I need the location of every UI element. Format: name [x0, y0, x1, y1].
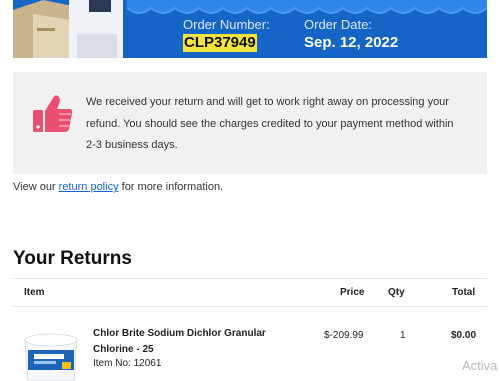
- product-name: Chlor Brite Sodium Dichlor Granular Chlo…: [93, 328, 266, 355]
- order-date-value: Sep. 12, 2022: [304, 34, 399, 51]
- return-received-notice: We received your return and will get to …: [13, 72, 487, 174]
- product-qty: 1: [400, 330, 406, 341]
- chlorine-bucket-image: [24, 333, 78, 381]
- policy-line: View our return policy for more informat…: [13, 181, 223, 193]
- activation-watermark: Activa: [462, 358, 498, 373]
- product-item-number: Item No: 12061: [93, 358, 162, 369]
- header-divider-bottom: [13, 306, 487, 307]
- order-date-label: Order Date:: [304, 17, 372, 32]
- order-number-label: Order Number:: [183, 17, 270, 32]
- notice-message: We received your return and will get to …: [86, 96, 454, 151]
- column-header-qty: Qty: [388, 287, 405, 298]
- order-number-block: Order Number: CLP37949: [183, 18, 270, 52]
- thumbs-up-icon: [33, 95, 73, 132]
- order-header-banner: Order Number: CLP37949 Order Date: Sep. …: [13, 0, 487, 58]
- column-header-total: Total: [452, 287, 476, 298]
- return-policy-link[interactable]: return policy: [59, 181, 119, 193]
- header-divider-top: [13, 278, 487, 279]
- column-header-price: Price: [340, 287, 365, 298]
- policy-suffix: for more information.: [118, 181, 224, 193]
- delivery-box-image: [13, 0, 123, 58]
- product-price: $-209.99: [324, 330, 364, 341]
- policy-prefix: View our: [13, 181, 59, 193]
- product-total: $0.00: [451, 330, 477, 341]
- order-date-block: Order Date: Sep. 12, 2022: [304, 18, 398, 52]
- column-header-item: Item: [24, 287, 45, 298]
- returns-section-title: Your Returns: [13, 248, 132, 269]
- order-number-value: CLP37949: [183, 34, 257, 52]
